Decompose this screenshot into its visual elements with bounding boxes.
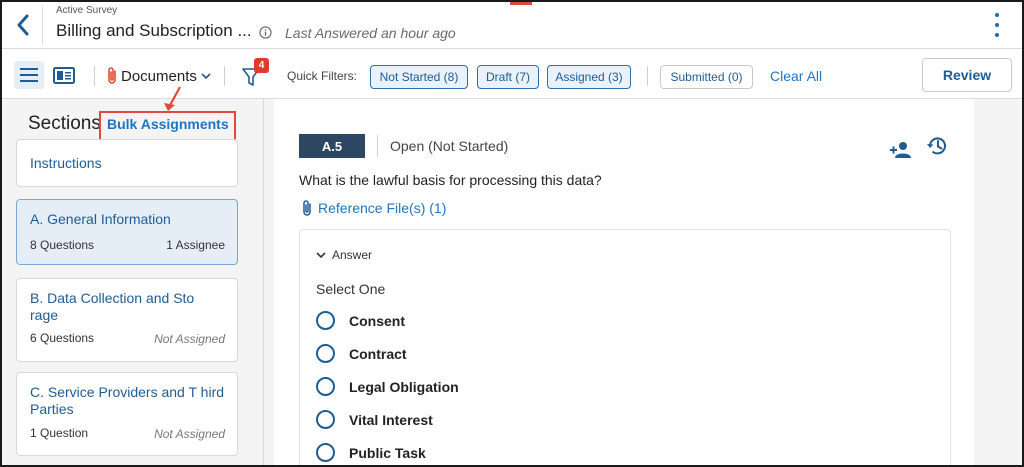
add-assignee-icon[interactable] (890, 141, 912, 159)
radio-button[interactable] (316, 311, 335, 330)
section-name: A. General Information (30, 211, 171, 227)
clear-all-link[interactable]: Clear All (770, 68, 822, 84)
chevron-left-icon (17, 14, 29, 36)
radio-button[interactable] (316, 344, 335, 363)
documents-dropdown[interactable]: Documents (106, 65, 211, 87)
section-card-general-information[interactable]: A. General Information 8 Questions 1 Ass… (16, 199, 238, 265)
section-name: Instructions (30, 155, 102, 171)
answer-option-legal-obligation[interactable]: Legal Obligation (316, 377, 459, 396)
info-icon[interactable] (259, 26, 272, 39)
option-label: Public Task (349, 444, 426, 461)
toolbar-divider (94, 66, 95, 86)
more-options-icon[interactable] (990, 12, 1004, 38)
back-button[interactable] (12, 12, 34, 38)
filter-chip-not-started[interactable]: Not Started (8) (370, 65, 468, 89)
answer-option-consent[interactable]: Consent (316, 311, 405, 330)
question-panel: A.5 Open (Not Started) What is the lawfu… (274, 99, 974, 465)
section-question-count: 8 Questions (30, 238, 95, 252)
app-frame: Active Survey Billing and Subscription .… (0, 0, 1024, 467)
option-label: Consent (349, 312, 405, 329)
detail-view-button[interactable] (49, 61, 79, 89)
header: Active Survey Billing and Subscription .… (2, 2, 1022, 49)
radio-button[interactable] (316, 443, 335, 462)
answer-label: Answer (332, 248, 373, 262)
page-title: Billing and Subscription ... (56, 21, 252, 40)
sections-title: Sections (28, 113, 101, 134)
section-card-service-providers[interactable]: C. Service Providers and T hird Parties … (16, 372, 238, 456)
section-question-count: 6 Questions (30, 331, 95, 345)
quick-filters-label: Quick Filters: (287, 69, 358, 83)
chevron-down-icon (316, 252, 326, 259)
section-assignee: Not Assigned (154, 332, 225, 346)
sections-sidebar: Sections Bulk Assignments Instructions A… (2, 86, 252, 465)
question-id-badge: A.5 (299, 134, 365, 158)
documents-label: Documents (121, 67, 197, 85)
list-icon (20, 68, 38, 82)
survey-status-label: Active Survey (56, 5, 118, 16)
question-status: Open (Not Started) (390, 138, 509, 154)
answer-collapse-toggle[interactable]: Answer (316, 248, 372, 262)
section-assignee: Not Assigned (154, 427, 225, 441)
paperclip-icon (108, 67, 116, 84)
section-name: B. Data Collection and Sto rage (30, 290, 195, 323)
answer-option-vital-interest[interactable]: Vital Interest (316, 410, 433, 429)
paperclip-icon (303, 200, 311, 216)
answer-option-public-task[interactable]: Public Task (316, 443, 426, 462)
question-text: What is the lawful basis for processing … (299, 172, 602, 188)
review-button[interactable]: Review (922, 58, 1012, 92)
filter-chip-submitted[interactable]: Submitted (0) (660, 65, 753, 89)
list-view-button[interactable] (14, 61, 44, 89)
reference-files-label: Reference File(s) (1) (318, 200, 447, 216)
answer-option-contract[interactable]: Contract (316, 344, 407, 363)
option-label: Contract (349, 345, 407, 362)
option-label: Vital Interest (349, 411, 433, 428)
answer-section: Answer Select One Consent Contract Legal… (299, 229, 951, 465)
radio-button[interactable] (316, 410, 335, 429)
select-prompt: Select One (316, 281, 386, 297)
section-assignee: 1 Assignee (166, 238, 225, 252)
reference-files-link[interactable]: Reference File(s) (1) (302, 199, 446, 217)
arrow-annotation-icon (164, 86, 181, 111)
header-divider (42, 6, 43, 46)
filter-count-badge: 4 (254, 58, 269, 73)
filter-chip-draft[interactable]: Draft (7) (477, 65, 539, 89)
detail-view-icon (53, 66, 75, 84)
filter-chip-assigned[interactable]: Assigned (3) (547, 65, 631, 89)
toolbar: Documents 4 Quick Filters: Not Started (… (2, 49, 1022, 99)
section-question-count: 1 Question (30, 426, 89, 440)
highlight-box (99, 111, 236, 142)
last-answered-text: Last Answered an hour ago (285, 25, 456, 41)
history-icon[interactable] (926, 135, 948, 157)
radio-button[interactable] (316, 377, 335, 396)
panel-divider[interactable] (263, 99, 264, 465)
chevron-down-icon (201, 73, 211, 80)
option-label: Legal Obligation (349, 378, 459, 395)
section-card-data-collection[interactable]: B. Data Collection and Sto rage 6 Questi… (16, 278, 238, 362)
toolbar-divider (224, 66, 225, 86)
right-gutter (974, 99, 1022, 465)
notification-tab (510, 2, 532, 5)
question-header-divider (377, 135, 378, 157)
section-card-instructions[interactable]: Instructions (16, 139, 238, 187)
toolbar-divider (647, 66, 648, 86)
section-name: C. Service Providers and T hird Parties (30, 384, 225, 417)
